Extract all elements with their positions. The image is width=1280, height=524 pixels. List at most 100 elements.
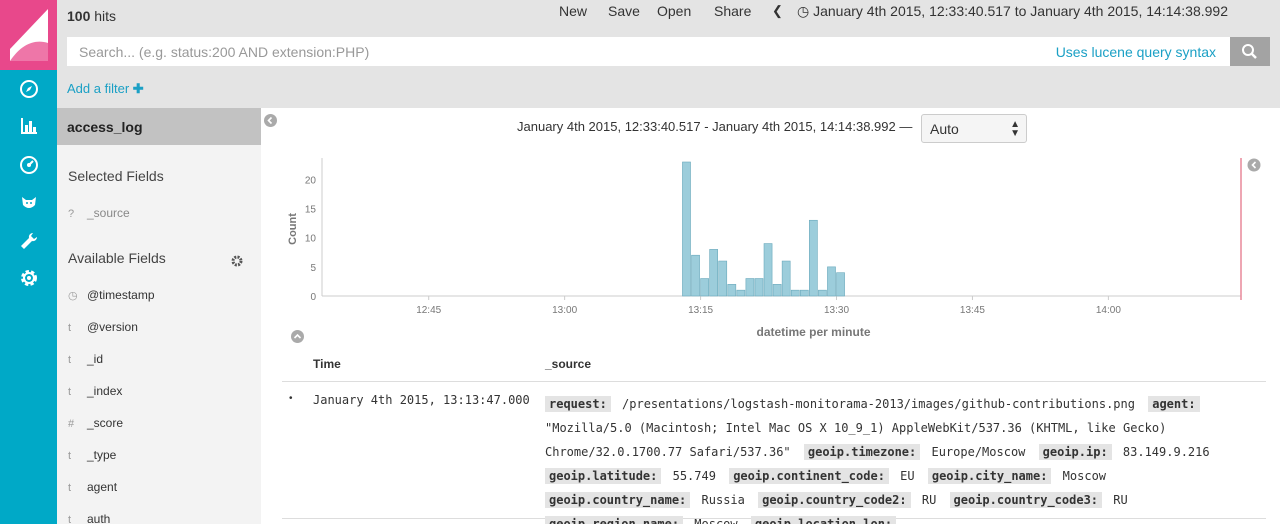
visualize-icon[interactable] — [19, 116, 39, 136]
collapse-right-icon[interactable] — [1247, 158, 1261, 172]
histogram-bar — [682, 161, 691, 297]
source-value: RU — [1113, 493, 1128, 507]
source-value: Moscow — [1062, 469, 1107, 483]
index-pattern-selector[interactable]: access_log — [57, 108, 261, 145]
field-agent[interactable]: t agent — [68, 480, 117, 494]
search-button[interactable] — [1230, 37, 1270, 66]
string-type-icon: t — [68, 482, 72, 494]
field-sidebar: access_log Selected Fields ? _source Avai… — [57, 108, 261, 524]
histogram-bar — [772, 284, 782, 297]
source-value: Moscow — [694, 517, 738, 524]
field-settings-gear-icon[interactable] — [231, 254, 243, 267]
dev-tools-icon[interactable] — [19, 231, 39, 251]
histogram-bar — [790, 289, 800, 297]
string-type-icon: t — [68, 322, 72, 334]
histogram-bar — [727, 284, 737, 297]
plus-icon: ✚ — [132, 81, 144, 96]
save-button[interactable]: Save — [608, 3, 640, 19]
histogram-bar — [799, 289, 809, 297]
source-value: Russia — [701, 493, 745, 507]
timelion-icon[interactable] — [19, 193, 39, 213]
field-auth[interactable]: t auth — [68, 512, 110, 524]
kibana-logo[interactable] — [0, 0, 57, 70]
column-source[interactable]: _source — [545, 357, 591, 371]
source-key: geoip.country_code2: — [758, 492, 911, 508]
lucene-syntax-link[interactable]: Uses lucene query syntax — [1056, 44, 1216, 60]
time-picker[interactable]: ◷ January 4th 2015, 12:33:40.517 to Janu… — [797, 3, 1228, 20]
app-nav — [0, 0, 57, 524]
kibana-logo-icon — [10, 9, 48, 61]
y-tick-label: 10 — [305, 234, 317, 245]
source-key: geoip.city_name: — [927, 468, 1052, 484]
doc-table-header: Time _source — [282, 350, 1266, 382]
row-time: January 4th 2015, 13:13:47.000 — [313, 393, 530, 407]
discover-icon[interactable] — [19, 79, 39, 99]
histogram-bar — [781, 260, 791, 297]
field-type[interactable]: t _type — [68, 448, 116, 462]
row-source: request: /presentations/logstash-monitor… — [545, 392, 1257, 524]
management-icon[interactable] — [19, 268, 39, 288]
expand-row-icon[interactable]: • — [289, 393, 293, 404]
x-tick-label: 12:45 — [416, 305, 441, 316]
select-arrows-icon: ▲ ▼ — [1010, 119, 1020, 139]
string-type-icon: t — [68, 386, 72, 398]
source-key: geoip.region_name: — [545, 516, 684, 524]
field-version[interactable]: t @version — [68, 320, 138, 334]
x-tick-label: 13:45 — [960, 305, 985, 316]
histogram-bar — [763, 243, 773, 297]
source-key: request: — [545, 396, 611, 412]
source-value: Europe/Moscow — [931, 445, 1026, 459]
open-button[interactable]: Open — [657, 3, 691, 19]
y-tick-label: 20 — [305, 175, 317, 186]
field-id[interactable]: t _id — [68, 352, 103, 366]
selected-fields-title: Selected Fields — [68, 168, 164, 184]
column-time[interactable]: Time — [313, 357, 341, 371]
y-tick-label: 0 — [310, 292, 316, 303]
source-value: RU — [921, 493, 937, 507]
histogram-bar — [700, 278, 709, 297]
histogram-bar — [809, 219, 818, 297]
histogram-chart: 0 5 10 15 20 Count 12:45 13:00 13:15 13:30 13:45 14… — [261, 150, 1280, 345]
selected-field-source[interactable]: ? _source — [68, 206, 130, 220]
histogram-bar — [827, 266, 836, 297]
source-value: EU — [900, 469, 915, 483]
histogram-range: January 4th 2015, 12:33:40.517 - January… — [517, 119, 913, 134]
histogram-bar — [736, 289, 746, 297]
share-button[interactable]: Share — [714, 3, 751, 19]
search-icon — [1242, 44, 1257, 59]
time-back-icon[interactable]: ❮ — [772, 3, 783, 19]
field-score[interactable]: # _score — [68, 416, 123, 430]
clock-icon: ◷ — [68, 290, 78, 302]
new-button[interactable]: New — [559, 3, 587, 19]
collapse-chart-icon[interactable] — [291, 330, 304, 343]
field-index[interactable]: t _index — [68, 384, 122, 398]
source-key: geoip.timezone: — [803, 444, 921, 460]
x-tick-label: 13:00 — [552, 305, 577, 316]
source-value: 55.749 — [672, 469, 716, 483]
dashboard-icon[interactable] — [19, 155, 39, 175]
field-timestamp[interactable]: ◷ @timestamp — [68, 288, 155, 302]
hits-count: 100 hits — [67, 8, 117, 24]
x-axis-label: datetime per minute — [756, 325, 870, 339]
table-row[interactable]: • January 4th 2015, 13:13:47.000 request… — [282, 383, 1266, 524]
add-filter-button[interactable]: Add a filter ✚ — [67, 81, 144, 97]
source-key: geoip.latitude: — [545, 468, 662, 484]
interval-value: Auto — [930, 121, 959, 137]
interval-select[interactable]: Auto ▲ ▼ — [921, 114, 1027, 143]
search-bar: Uses lucene query syntax — [67, 37, 1240, 66]
available-fields-title: Available Fields — [68, 250, 166, 266]
search-input[interactable] — [67, 37, 1027, 66]
collapse-sidebar-icon[interactable] — [264, 114, 277, 127]
histogram-bar — [836, 272, 845, 297]
y-axis-label: Count — [287, 213, 299, 245]
x-tick-label: 13:15 — [688, 305, 713, 316]
source-key: geoip.continent_code: — [729, 468, 889, 484]
x-tick-label: 14:00 — [1096, 305, 1121, 316]
y-tick-label: 15 — [305, 205, 317, 216]
histogram-svg: 0 5 10 15 20 Count 12:45 13:00 13:15 13:30 13:45 14… — [287, 158, 1261, 339]
string-type-icon: t — [68, 450, 72, 462]
source-key: geoip.country_name: — [545, 492, 691, 508]
histogram-bar — [691, 254, 700, 297]
source-key: geoip.country_code3: — [949, 492, 1103, 508]
histogram-bar — [745, 278, 755, 297]
